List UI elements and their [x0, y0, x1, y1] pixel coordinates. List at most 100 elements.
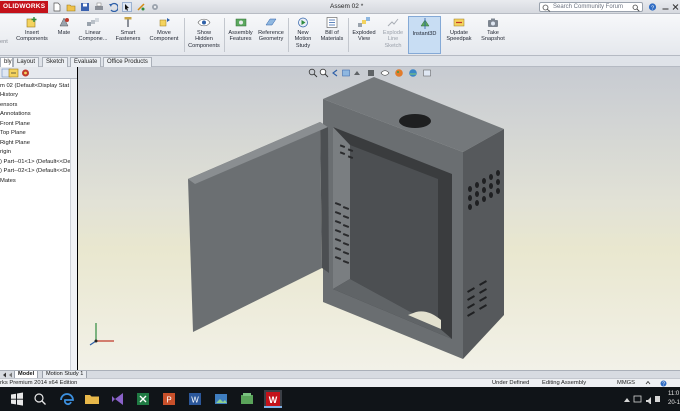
clock-time[interactable]: 11:0	[668, 391, 679, 397]
graphics-viewport[interactable]	[78, 67, 680, 370]
take-snapshot-label-2: Snapshot	[481, 36, 505, 43]
motion-study-label-3: Study	[295, 42, 311, 49]
minimize-icon[interactable]	[661, 2, 670, 12]
take-snapshot-button[interactable]: Take Snapshot	[477, 16, 509, 54]
cabinet-side-face	[463, 129, 504, 359]
tab-office-products[interactable]: Office Products	[103, 57, 152, 67]
tree-item-sensors[interactable]: ensors	[0, 101, 17, 110]
instant3d-button[interactable]: Instant3D	[408, 16, 441, 54]
command-manager-ribbon: ent Insert Components Mate Linear Compon…	[0, 14, 680, 56]
search-icon[interactable]	[31, 390, 49, 408]
rebuild-icon[interactable]	[136, 2, 146, 12]
update-speedpak-label: Update	[449, 30, 469, 36]
bill-of-materials-button[interactable]: Bill of Materials	[318, 16, 346, 54]
tab-sketch[interactable]: Sketch	[42, 57, 69, 67]
motion-study-label: New	[297, 30, 309, 36]
folder-icon[interactable]	[238, 390, 256, 408]
options-gear-icon[interactable]	[150, 2, 160, 12]
status-units[interactable]: MMGS	[617, 380, 635, 387]
tab-layout[interactable]: Layout	[13, 57, 40, 67]
enclosure-3d-model[interactable]	[78, 67, 680, 370]
svg-text:?: ?	[651, 5, 654, 11]
mate-button[interactable]: Mate	[53, 16, 75, 54]
system-tray[interactable]	[622, 394, 662, 405]
assembly-features-label-2: Features	[229, 36, 252, 43]
svg-text:W: W	[191, 396, 199, 405]
save-icon[interactable]	[80, 2, 90, 12]
show-hidden-components-button[interactable]: Show Hidden Components	[186, 16, 222, 54]
new-document-icon[interactable]	[52, 2, 62, 12]
property-manager-tab-icon[interactable]	[8, 68, 19, 78]
exploded-view-label: Exploded	[352, 30, 376, 36]
speedpak-icon	[452, 16, 466, 29]
tab-evaluate[interactable]: Evaluate	[70, 57, 102, 67]
solidworks-logo[interactable]: OLIDWORKS	[0, 1, 48, 13]
tree-item-front-plane[interactable]: Front Plane	[0, 120, 30, 129]
linear-component-pattern-button[interactable]: Linear Compone...	[77, 16, 109, 54]
take-snapshot-label: Take	[487, 30, 499, 36]
tree-item-annotations[interactable]: Annotations	[0, 110, 31, 119]
tree-item-origin[interactable]: rigin	[0, 148, 11, 157]
windows-taskbar: P W W 11:0 20-1	[0, 387, 680, 411]
move-component-button[interactable]: Move Component	[147, 16, 181, 54]
tree-item-assembly[interactable]: m 02 (Default<Display Stat	[0, 82, 69, 91]
exploded-view-button[interactable]: Exploded View	[350, 16, 378, 54]
linear-pattern-icon	[86, 16, 100, 29]
clock-date[interactable]: 20-1	[668, 400, 680, 406]
configuration-manager-tab-icon[interactable]	[20, 68, 31, 78]
feature-manager-tabs	[0, 67, 77, 79]
show-hidden-label-3: Components	[188, 42, 220, 49]
search-icon	[542, 4, 551, 14]
tree-item-mates[interactable]: Mates	[0, 177, 16, 186]
new-motion-study-button[interactable]: New Motion Study	[290, 16, 316, 54]
print-icon[interactable]	[94, 2, 104, 12]
reference-geometry-button[interactable]: Reference Geometry	[256, 16, 286, 54]
bom-label-2: Materials	[320, 36, 344, 43]
move-component-label-2: Component	[149, 36, 179, 43]
help-icon[interactable]: ?	[648, 2, 657, 12]
photos-icon[interactable]	[212, 390, 230, 408]
smart-fasteners-button[interactable]: Smart Fasteners	[111, 16, 145, 54]
smart-fasteners-icon	[121, 16, 135, 29]
status-definition: Under Defined	[492, 380, 530, 386]
explode-line-label-3: Sketch	[384, 42, 402, 49]
tree-item-history[interactable]: History	[0, 91, 18, 100]
undo-icon[interactable]	[108, 2, 118, 12]
document-title: Assem 02 *	[330, 3, 364, 10]
instant3d-icon	[418, 17, 432, 30]
search-go-icon[interactable]	[632, 4, 640, 14]
excel-icon[interactable]	[134, 390, 152, 408]
insert-components-button[interactable]: Insert Components	[13, 16, 51, 54]
motion-study-label-2: Motion	[294, 36, 312, 43]
assembly-features-icon	[234, 16, 248, 29]
reference-geometry-icon	[264, 16, 278, 29]
update-speedpak-button[interactable]: Update Speedpak	[443, 16, 475, 54]
word-icon[interactable]: W	[186, 390, 204, 408]
file-explorer-icon[interactable]	[83, 390, 101, 408]
mate-label: Mate	[57, 30, 71, 36]
select-cursor-icon[interactable]	[122, 2, 132, 12]
open-folder-icon[interactable]	[66, 2, 76, 12]
instant3d-label: Instant3D	[412, 31, 437, 37]
windows-start-icon[interactable]	[8, 390, 26, 408]
svg-text:W: W	[269, 395, 278, 405]
visual-studio-icon[interactable]	[109, 390, 127, 408]
assembly-features-button[interactable]: Assembly Features	[226, 16, 255, 54]
tree-item-right-plane[interactable]: Right Plane	[0, 139, 30, 148]
linear-pattern-label-2: Compone...	[78, 36, 108, 43]
motion-study-icon	[296, 16, 310, 29]
powerpoint-icon[interactable]: P	[160, 390, 178, 408]
search-community-input[interactable]: Search Community Forum	[539, 2, 643, 12]
explode-line-sketch-button[interactable]: Explode Line Sketch	[379, 16, 407, 54]
tree-item-top-plane[interactable]: Top Plane	[0, 129, 26, 138]
feature-tree-scrollbar[interactable]	[70, 79, 77, 370]
solidworks-icon[interactable]: W	[264, 390, 282, 408]
tree-item-part-02[interactable]: ) Part--02<1> (Default<<De	[0, 167, 71, 176]
update-speedpak-label-2: Speedpak	[446, 36, 472, 43]
tree-item-part-01[interactable]: ) Part--01<1> (Default<<De	[0, 158, 71, 167]
reference-geometry-label: Reference	[258, 30, 284, 36]
feature-manager-panel: m 02 (Default<Display Stat History ensor…	[0, 67, 77, 370]
close-icon[interactable]	[671, 2, 680, 12]
edge-browser-icon[interactable]	[58, 390, 76, 408]
tab-assembly[interactable]: bly	[0, 57, 13, 67]
